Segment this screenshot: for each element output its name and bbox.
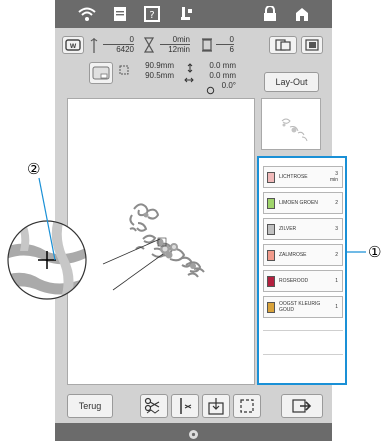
thread-minutes: 2 — [335, 252, 338, 258]
thread-swatch — [267, 249, 275, 261]
thread-row-6[interactable]: OOGST KLEURIG GOUD 1 — [263, 296, 343, 318]
empty-row — [263, 330, 343, 352]
svg-text:W: W — [70, 43, 77, 50]
wifi-icon[interactable] — [78, 5, 96, 23]
design-width: 90.5mm — [145, 71, 174, 80]
stitch-count-current: 0 — [129, 35, 134, 44]
thread-row-3[interactable]: ZILVER 3 — [263, 218, 343, 240]
svg-text:?: ? — [149, 10, 154, 21]
back-button[interactable]: Terug — [67, 394, 113, 418]
thread-trim-button[interactable] — [140, 394, 168, 418]
needle-icon — [89, 37, 99, 55]
layout-button[interactable]: Lay-Out — [264, 72, 319, 92]
embroidery-frame-button[interactable]: W — [62, 36, 84, 54]
stitch-count-total: 6420 — [116, 45, 134, 54]
help-icon[interactable]: ? — [143, 5, 161, 23]
time-elapsed: 0min — [172, 35, 190, 44]
time-total: 12min — [168, 45, 190, 54]
hourglass-icon — [143, 37, 155, 53]
thread-minutes: 1 — [335, 304, 338, 310]
zoom-magnifier — [6, 219, 88, 301]
thread-swatch — [267, 223, 275, 235]
embroidery-canvas[interactable] — [67, 98, 255, 385]
thread-swatch — [267, 171, 275, 183]
home-icon[interactable] — [293, 5, 311, 23]
thread-name: LIMOEN GROEN — [279, 200, 318, 206]
thread-row-2[interactable]: LIMOEN GROEN 2 — [263, 192, 343, 214]
thread-name: OOGST KLEURIG GOUD — [279, 301, 321, 313]
lock-icon[interactable] — [261, 5, 279, 23]
tension-button[interactable] — [171, 394, 199, 418]
rotation-angle: 0.0° — [221, 81, 236, 90]
trial-button[interactable] — [233, 394, 261, 418]
thread-name: ZALMROSE — [279, 252, 307, 258]
presser-foot-icon[interactable] — [178, 5, 196, 23]
callout-two: ② — [27, 160, 41, 178]
empty-row — [263, 354, 343, 376]
thread-row-1[interactable]: LICHTROSE 3 min — [263, 166, 343, 188]
gear-icon[interactable] — [188, 427, 199, 439]
thread-minutes: 2 — [335, 200, 338, 206]
thread-color-list[interactable]: LICHTROSE 3 min LIMOEN GROEN 2 ZILVER 3 Z… — [257, 156, 347, 385]
memory-button[interactable] — [269, 36, 297, 54]
thread-name: LICHTROSE — [279, 174, 308, 180]
offset-horizontal: 0.0 mm — [209, 71, 236, 80]
thread-name: ZILVER — [279, 226, 297, 232]
design-height: 90.9mm — [145, 61, 174, 70]
thread-swatch — [267, 197, 275, 209]
hoop-size-button[interactable] — [89, 62, 113, 84]
thread-swatch — [267, 301, 275, 313]
thread-minutes: 1 — [335, 278, 338, 284]
design-image — [102, 203, 205, 291]
screen-button[interactable] — [301, 36, 323, 54]
horizontal-offset-icon — [184, 71, 194, 83]
thread-row-4[interactable]: ZALMROSE 2 — [263, 244, 343, 266]
vertical-offset-icon — [186, 60, 194, 73]
color-total: 6 — [229, 45, 234, 54]
thread-minutes: 3 — [335, 226, 338, 232]
design-preview — [261, 98, 321, 150]
offset-vertical: 0.0 mm — [209, 61, 236, 70]
thread-swatch — [267, 275, 275, 287]
start-point-button[interactable] — [202, 394, 230, 418]
color-current: 0 — [229, 35, 234, 44]
callout-one: ① — [368, 243, 382, 261]
thread-minutes: 3 min — [329, 171, 338, 183]
thread-row-5[interactable]: ROSEROOD 1 — [263, 270, 343, 292]
file-icon[interactable] — [111, 5, 129, 23]
next-button[interactable] — [281, 394, 323, 418]
thread-name: ROSEROOD — [279, 278, 309, 284]
